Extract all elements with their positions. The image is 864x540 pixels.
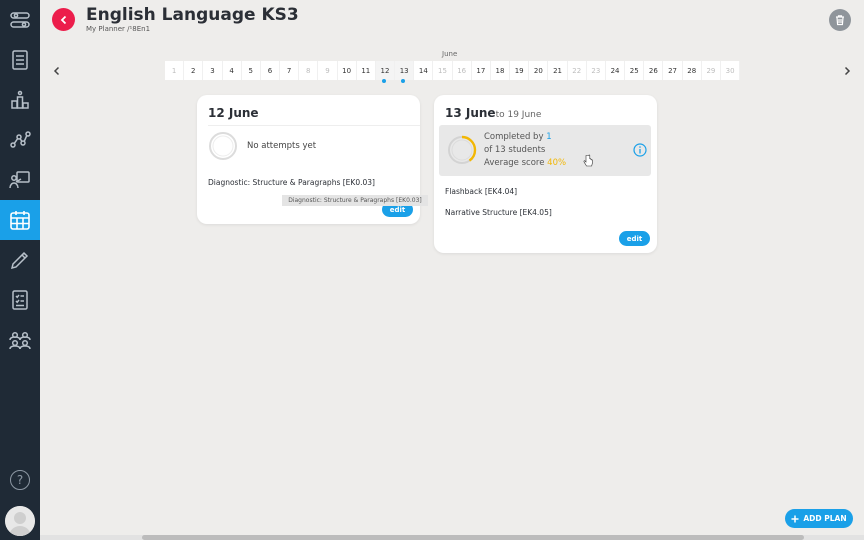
delete-button[interactable] xyxy=(829,9,851,31)
back-button[interactable] xyxy=(52,8,75,31)
edit-button[interactable]: edit xyxy=(619,231,650,246)
avatar[interactable] xyxy=(5,506,35,536)
date-cell[interactable]: 11 xyxy=(357,61,376,80)
plan-date: 13 Juneto 19 June xyxy=(445,106,541,120)
plus-icon xyxy=(791,515,799,522)
date-cell[interactable]: 28 xyxy=(683,61,702,80)
plan-indicator-dot xyxy=(401,79,405,83)
checklist-icon xyxy=(12,290,28,310)
completed-by: Completed by 1 xyxy=(484,132,552,142)
trash-icon xyxy=(836,15,844,26)
score-ring-icon xyxy=(447,135,477,165)
date-cell[interactable]: 18 xyxy=(491,61,511,80)
date-cell[interactable]: 23 xyxy=(587,61,606,80)
sidebar-item-settings[interactable] xyxy=(0,0,40,40)
sliders-icon xyxy=(10,12,30,28)
date-cell[interactable]: 3 xyxy=(203,61,223,80)
previous-button[interactable] xyxy=(51,64,63,78)
user-avatar-icon xyxy=(5,506,35,536)
date-cell[interactable]: 13 xyxy=(395,61,415,80)
sidebar-item-leaderboard[interactable] xyxy=(0,80,40,120)
date-cell[interactable]: 6 xyxy=(261,61,281,80)
plan-card[interactable]: 13 Juneto 19 June Completed by 1 of 13 s… xyxy=(434,95,657,253)
sidebar-item-teaching[interactable] xyxy=(0,160,40,200)
date-cell[interactable]: 30 xyxy=(721,61,741,80)
sidebar-item-content[interactable] xyxy=(0,40,40,80)
plan-indicator-dot xyxy=(382,79,386,83)
month-label: June xyxy=(442,50,458,58)
average-label: Average score xyxy=(484,158,545,168)
chevron-right-icon xyxy=(844,66,851,76)
date-cell[interactable]: 22 xyxy=(568,61,587,80)
students-count: of 13 students xyxy=(484,145,546,155)
date-cell[interactable]: 7 xyxy=(280,61,300,80)
list-icon xyxy=(12,50,28,70)
date-cell[interactable]: 8 xyxy=(299,61,319,80)
sidebar-item-progress[interactable] xyxy=(0,120,40,160)
completed-count: 1 xyxy=(546,132,552,142)
date-cell[interactable]: 15 xyxy=(433,61,453,80)
lesson-item[interactable]: Diagnostic: Structure & Paragraphs [EK0.… xyxy=(208,178,375,187)
next-button[interactable] xyxy=(841,64,853,78)
date-cell[interactable]: 12 xyxy=(375,61,396,80)
date-cell[interactable]: 5 xyxy=(242,61,261,80)
divider xyxy=(208,125,420,126)
help-icon[interactable]: ? xyxy=(10,470,30,490)
date-cell[interactable]: 10 xyxy=(338,61,357,80)
chevron-left-icon xyxy=(53,66,60,76)
scrollbar-thumb[interactable] xyxy=(142,535,804,540)
pencil-icon xyxy=(10,251,29,270)
calendar-icon xyxy=(10,211,30,230)
date-cell[interactable]: 21 xyxy=(548,61,568,80)
lesson-item[interactable]: Narrative Structure [EK4.05] xyxy=(445,208,552,217)
date-cell[interactable]: 29 xyxy=(702,61,721,80)
average-value: 40% xyxy=(547,158,567,168)
plan-date-range: to 19 June xyxy=(495,110,542,120)
date-cell[interactable]: 1 xyxy=(165,61,185,80)
plan-start-date: 13 June xyxy=(445,106,496,120)
date-cell[interactable]: 24 xyxy=(606,61,626,80)
presentation-icon xyxy=(9,171,30,189)
podium-icon xyxy=(11,90,29,109)
plan-date: 12 June xyxy=(208,106,259,120)
sidebar-item-students[interactable] xyxy=(0,320,40,360)
date-strip: 1 2 3 4 5 6 7 8 9 10 11 12 13 14 15 16 17 18 19 20 21 22 23 24 2… xyxy=(165,61,741,80)
date-cell[interactable]: 27 xyxy=(663,61,683,80)
average-score: Average score 40% xyxy=(484,158,566,168)
date-cell[interactable]: 9 xyxy=(318,61,338,80)
date-cell[interactable]: 25 xyxy=(625,61,645,80)
date-cell[interactable]: 17 xyxy=(472,61,491,80)
date-cell[interactable]: 16 xyxy=(453,61,472,80)
hand-cursor-icon xyxy=(583,154,593,167)
tooltip: Diagnostic: Structure & Paragraphs [EK0.… xyxy=(282,195,428,206)
progress-ring-icon xyxy=(209,132,237,160)
date-cell[interactable]: 26 xyxy=(644,61,664,80)
add-plan-label: ADD PLAN xyxy=(803,514,847,523)
date-cell[interactable]: 19 xyxy=(510,61,530,80)
date-cell[interactable]: 4 xyxy=(223,61,242,80)
date-cell[interactable]: 20 xyxy=(529,61,549,80)
sidebar-item-create[interactable] xyxy=(0,240,40,280)
lesson-item[interactable]: Flashback [EK4.04] xyxy=(445,187,517,196)
add-plan-button[interactable]: ADD PLAN xyxy=(785,509,853,528)
sidebar: ? xyxy=(0,0,40,540)
group-icon xyxy=(9,331,31,350)
breadcrumb[interactable]: My Planner /¹8En1 xyxy=(86,25,150,33)
date-cell[interactable]: 14 xyxy=(414,61,434,80)
stats-panel: Completed by 1 of 13 students Average sc… xyxy=(439,125,651,176)
sidebar-item-planner[interactable] xyxy=(0,200,40,240)
chevron-left-icon xyxy=(60,15,66,24)
attempt-status: No attempts yet xyxy=(247,141,317,151)
info-icon[interactable] xyxy=(633,143,647,157)
page-title: English Language KS3 xyxy=(86,5,299,25)
network-icon xyxy=(10,131,31,148)
completed-label: Completed by xyxy=(484,132,544,142)
sidebar-item-assessments[interactable] xyxy=(0,280,40,320)
date-cell[interactable]: 2 xyxy=(184,61,204,80)
